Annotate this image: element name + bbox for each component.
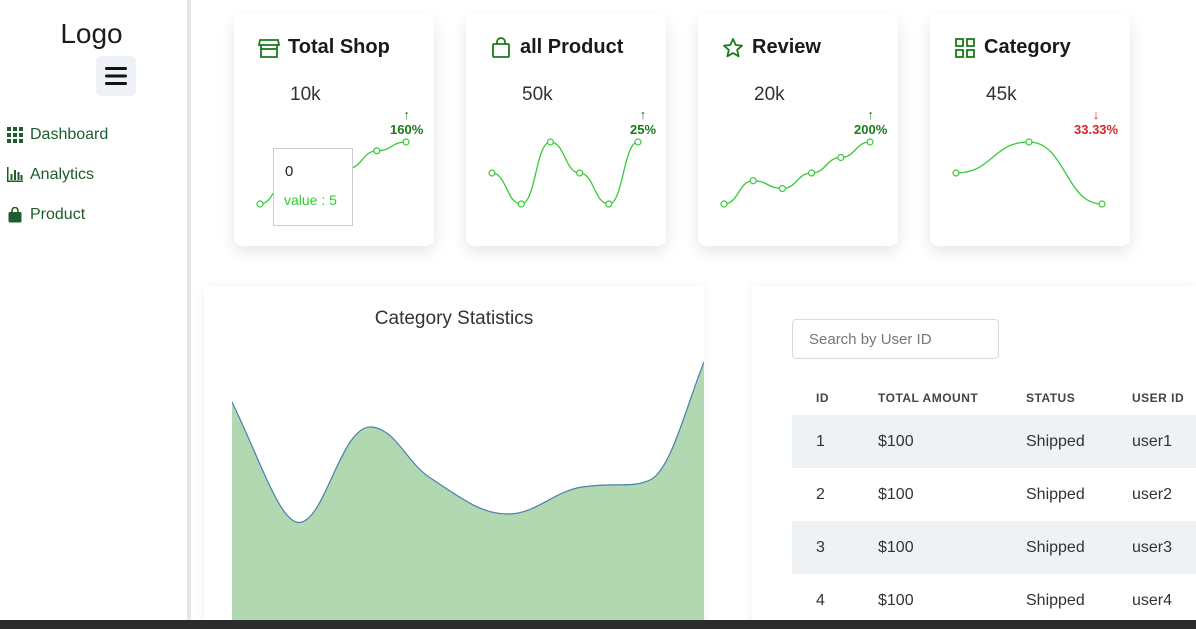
sidebar-item-label: Dashboard <box>30 126 109 143</box>
stat-card-all-product: all Product 50k ↑ 25% <box>466 14 666 246</box>
column-header[interactable]: USER ID <box>1132 391 1184 405</box>
cell-id: 1 <box>816 433 825 450</box>
cell-user-id: user3 <box>1132 539 1173 556</box>
sparkline-point[interactable] <box>488 169 496 177</box>
cell-status: Shipped <box>1026 539 1085 556</box>
grid-icon <box>6 126 24 144</box>
table-row[interactable]: 1 $100 Shipped user1 <box>792 415 1196 468</box>
cell-total-amount: $100 <box>878 486 914 503</box>
hamburger-icon <box>105 67 127 85</box>
arrow-up-icon: ↑ <box>639 107 647 122</box>
menu-toggle-button[interactable] <box>96 56 136 96</box>
sparkline <box>952 138 1106 208</box>
logo: Logo <box>60 18 123 49</box>
arrow-up-icon: ↑ <box>403 107 410 122</box>
table-row[interactable]: 2 $100 Shipped user2 <box>792 468 1196 521</box>
sparkline-point[interactable] <box>1098 200 1106 208</box>
store-icon <box>258 37 280 59</box>
card-value: 20k <box>754 84 785 105</box>
sparkline-point[interactable] <box>605 200 613 208</box>
cell-total-amount: $100 <box>878 433 914 450</box>
cell-total-amount: $100 <box>878 539 914 556</box>
sparkline-point[interactable] <box>866 138 874 146</box>
category-statistics-panel: Category Statistics <box>204 286 704 626</box>
sidebar-item-dashboard[interactable]: Dashboard <box>6 126 108 144</box>
sparkline-point[interactable] <box>517 200 525 208</box>
sparkline-path <box>491 141 639 205</box>
card-value: 45k <box>986 84 1017 105</box>
sparkline <box>488 138 642 208</box>
sidebar-item-label: Analytics <box>30 166 95 183</box>
search-input[interactable] <box>792 319 999 359</box>
card-title: Review <box>752 36 821 58</box>
sparkline-point[interactable] <box>778 184 787 193</box>
stat-card-review: Review 20k ↑ 200% <box>698 14 898 246</box>
card-title: all Product <box>520 36 624 58</box>
column-header[interactable]: STATUS <box>1026 391 1075 405</box>
card-value: 10k <box>290 84 321 105</box>
sparkline-point[interactable] <box>952 169 960 177</box>
cell-total-amount: $100 <box>878 592 914 609</box>
cell-id: 2 <box>816 486 825 503</box>
cell-user-id: user4 <box>1132 592 1173 609</box>
sidebar-item-label: Product <box>30 206 86 223</box>
sparkline-point[interactable] <box>634 138 642 146</box>
sparkline-point[interactable] <box>749 177 757 185</box>
stat-card-total-shop: Total Shop 10k ↑ 160% 0 value : 5 <box>234 14 434 246</box>
sparkline-point[interactable] <box>807 169 816 177</box>
area-fill <box>232 362 704 624</box>
card-value: 50k <box>522 84 553 105</box>
sparkline-point[interactable] <box>837 153 845 162</box>
cell-user-id: user1 <box>1132 433 1173 450</box>
bag-icon <box>6 206 24 224</box>
sparkline-point[interactable] <box>546 138 555 146</box>
bag-icon <box>490 36 512 59</box>
sidebar-item-product[interactable]: Product <box>6 206 85 224</box>
status-bar <box>0 620 1196 629</box>
bar-chart-icon <box>6 166 24 184</box>
column-header[interactable]: ID <box>816 391 829 405</box>
cell-status: Shipped <box>1026 433 1085 450</box>
orders-table: ID TOTAL AMOUNT STATUS USER ID 1 $100 Sh… <box>792 382 1196 627</box>
card-title: Total Shop <box>288 36 390 58</box>
cell-id: 3 <box>816 539 825 556</box>
column-header[interactable]: TOTAL AMOUNT <box>878 391 978 405</box>
sparkline-point[interactable] <box>1025 138 1033 146</box>
sparkline-point[interactable] <box>402 138 410 146</box>
category-area-chart <box>232 361 704 624</box>
cell-status: Shipped <box>1026 592 1085 609</box>
card-title: Category <box>984 36 1071 58</box>
sparkline <box>720 138 874 208</box>
sparkline-path <box>723 141 871 205</box>
cell-id: 4 <box>816 592 825 609</box>
sparkline-point[interactable] <box>575 169 584 177</box>
star-icon <box>722 37 744 59</box>
chart-tooltip: 0 value : 5 <box>273 148 353 226</box>
cell-status: Shipped <box>1026 486 1085 503</box>
chart-title: Category Statistics <box>374 308 534 329</box>
orders-table-panel: ID TOTAL AMOUNT STATUS USER ID 1 $100 Sh… <box>752 286 1196 626</box>
cell-user-id: user2 <box>1132 486 1173 503</box>
tooltip-value: value : 5 <box>284 192 337 208</box>
arrow-down-icon: ↓ <box>1092 107 1100 122</box>
sidebar: Logo Dashboard Analytics Product <box>0 0 187 620</box>
sparkline-path <box>955 141 1103 205</box>
table-row[interactable]: 3 $100 Shipped user3 <box>792 521 1196 574</box>
sparkline-point[interactable] <box>373 147 381 155</box>
arrow-up-icon: ↑ <box>867 107 874 122</box>
tooltip-label: 0 <box>285 163 294 180</box>
sparkline-point[interactable] <box>720 200 728 208</box>
sparkline-point[interactable] <box>256 200 264 208</box>
stat-card-category: Category 45k ↓ 33.33% <box>930 14 1130 246</box>
sidebar-item-analytics[interactable]: Analytics <box>6 166 94 184</box>
table-header: ID TOTAL AMOUNT STATUS USER ID <box>792 382 1196 415</box>
grid-outline-icon <box>954 37 976 59</box>
